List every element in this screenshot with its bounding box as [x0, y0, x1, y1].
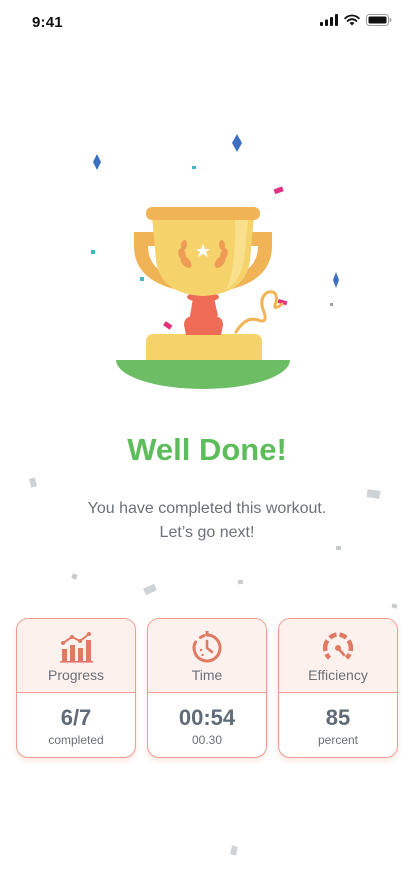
card-header: Efficiency — [279, 619, 397, 693]
card-value: 00:54 — [178, 705, 236, 730]
card-label: Time — [191, 667, 223, 683]
card-value: 6/7 — [60, 705, 92, 730]
card-value: 85 — [325, 705, 351, 730]
confetti-piece — [93, 154, 101, 170]
confetti-piece — [273, 186, 284, 195]
card-unit: 00.30 — [191, 733, 223, 747]
confetti-piece — [143, 583, 157, 596]
card-label: Efficiency — [308, 667, 368, 683]
card-header: Progress — [17, 619, 135, 693]
gauge-icon — [322, 632, 354, 660]
subtitle: You have completed this workout. Let’s g… — [0, 497, 414, 545]
card-unit: percent — [317, 733, 359, 747]
ground — [116, 360, 290, 389]
signal-icon — [320, 14, 338, 26]
subtitle-line: You have completed this workout. — [87, 500, 327, 517]
trophy-illustration — [91, 134, 339, 389]
progress-card[interactable]: Progress 6/7 completed — [16, 618, 136, 758]
card-label: Progress — [47, 667, 105, 683]
ribbon — [234, 290, 284, 334]
confetti-piece — [230, 845, 238, 856]
card-body: 85 percent — [279, 693, 397, 747]
confetti-piece — [91, 250, 95, 254]
trophy-rim — [146, 207, 260, 220]
subtitle-line: Let’s go next! — [159, 524, 255, 541]
stats-row: Progress 6/7 completed Time 00:54 00.30 — [16, 618, 398, 758]
wifi-icon — [344, 14, 360, 26]
page-title: Well Done! — [127, 432, 287, 467]
time-card[interactable]: Time 00:54 00.30 — [147, 618, 267, 758]
confetti-piece — [237, 579, 244, 585]
confetti-piece — [333, 272, 339, 288]
confetti-piece — [336, 546, 341, 550]
card-body: 6/7 completed — [17, 693, 135, 747]
confetti-piece — [140, 277, 144, 281]
status-icons — [320, 14, 392, 26]
card-unit: completed — [48, 733, 104, 747]
confetti-piece — [163, 321, 173, 330]
confetti-piece — [192, 166, 196, 169]
card-header: Time — [148, 619, 266, 693]
trophy-base — [146, 334, 262, 360]
confetti-piece — [28, 477, 38, 488]
bar-chart-icon — [60, 632, 93, 663]
stopwatch-icon — [192, 631, 222, 663]
status-bar: 9:41 — [0, 0, 414, 44]
confetti-piece — [71, 573, 78, 580]
battery-icon — [366, 14, 392, 26]
confetti-piece — [391, 603, 398, 609]
efficiency-card[interactable]: Efficiency 85 percent — [278, 618, 398, 758]
card-body: 00:54 00.30 — [148, 693, 266, 747]
confetti-piece — [232, 134, 242, 152]
confetti-piece — [330, 303, 333, 306]
status-time: 9:41 — [32, 14, 63, 31]
trophy-stem — [184, 316, 223, 335]
